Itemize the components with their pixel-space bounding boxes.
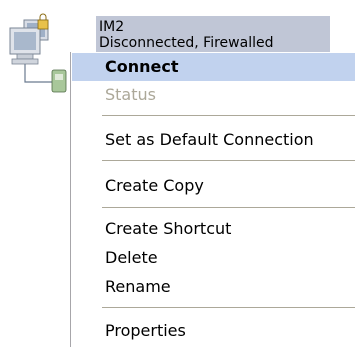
connection-status: Disconnected, Firewalled xyxy=(99,35,274,51)
menu-item-rename[interactable]: Rename xyxy=(72,273,355,301)
desktop-area: IM2 Disconnected, Firewalled Connect Sta… xyxy=(0,0,355,347)
menu-item-create-shortcut[interactable]: Create Shortcut xyxy=(72,215,355,243)
menu-item-connect[interactable]: Connect xyxy=(72,53,355,81)
menu-separator xyxy=(102,115,355,116)
connection-label[interactable]: IM2 Disconnected, Firewalled xyxy=(96,16,330,52)
network-connection-icon[interactable] xyxy=(4,12,74,98)
menu-item-create-copy[interactable]: Create Copy xyxy=(72,172,355,200)
menu-separator xyxy=(102,160,355,161)
menu-item-properties[interactable]: Properties xyxy=(72,317,355,345)
menu-item-status: Status xyxy=(105,85,156,104)
menu-item-set-default-connection[interactable]: Set as Default Connection xyxy=(72,126,355,154)
menu-separator xyxy=(102,207,355,208)
context-menu: Connect Status Set as Default Connection… xyxy=(70,52,355,347)
connection-name: IM2 xyxy=(99,19,125,35)
menu-item-delete[interactable]: Delete xyxy=(72,244,355,272)
menu-separator xyxy=(102,307,355,308)
